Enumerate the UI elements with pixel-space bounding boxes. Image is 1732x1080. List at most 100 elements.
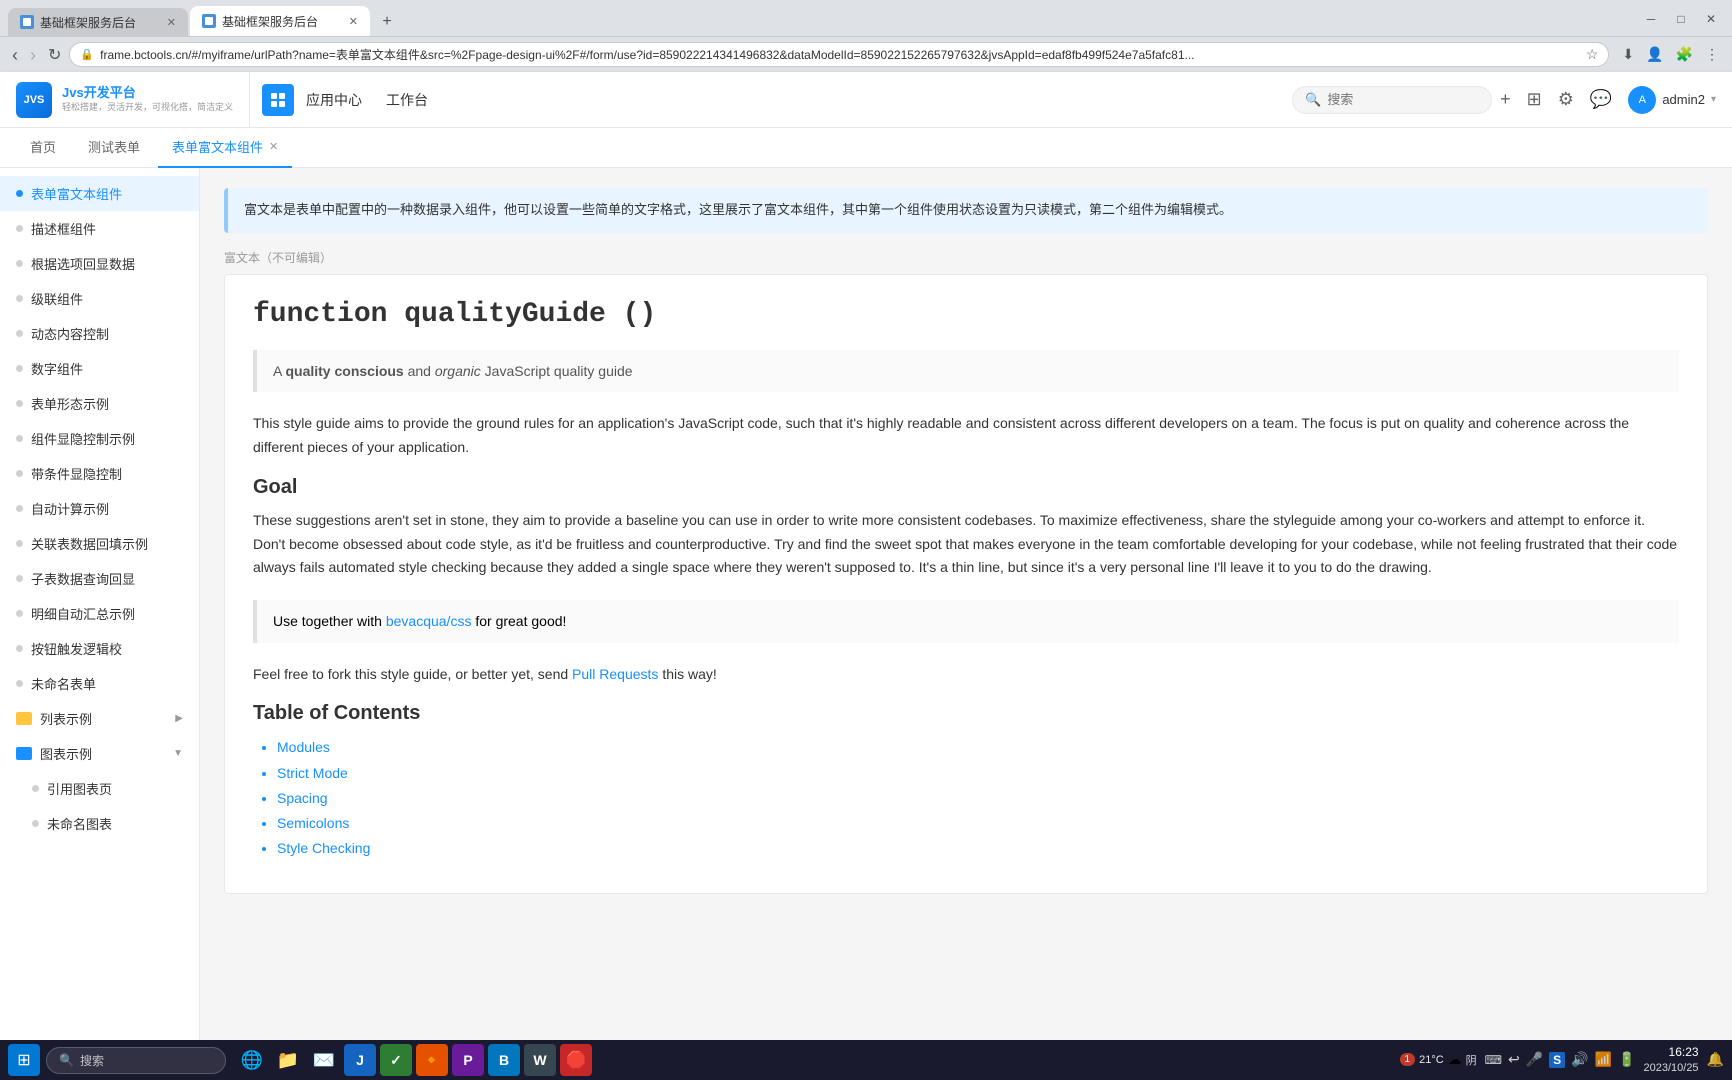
grid-button[interactable]: ⊞ (1519, 85, 1550, 114)
profile-icon[interactable]: 👤 (1641, 43, 1668, 66)
sidebar-item-cond-hidden[interactable]: 带条件显隐控制 (0, 456, 199, 491)
dot-2 (16, 260, 23, 267)
taskbar-app-folder[interactable]: 📁 (272, 1044, 304, 1076)
taskbar-app-chrome[interactable]: 🌐 (236, 1044, 268, 1076)
rt-subheading-goal: Goal (253, 476, 1679, 499)
browser-tab-1[interactable]: 基础框架服务后台 ✕ (8, 8, 188, 36)
bevacqua-css-link[interactable]: bevacqua/css (386, 613, 472, 629)
window-minimize[interactable]: ─ (1638, 6, 1664, 32)
start-button[interactable]: ⊞ (8, 1044, 40, 1076)
toc-link-spacing[interactable]: Spacing (277, 790, 328, 806)
toc-link-style-check[interactable]: Style Checking (277, 840, 370, 856)
extension-icon[interactable]: 🧩 (1671, 43, 1698, 66)
sidebar-item-unnamed-chart[interactable]: 未命名图表 (0, 806, 199, 841)
taskbar-search[interactable]: 🔍 搜索 (46, 1047, 226, 1074)
sidebar-item-auto-calc[interactable]: 自动计算示例 (0, 491, 199, 526)
taskbar-app-green[interactable]: ✓ (380, 1044, 412, 1076)
breadcrumb-tab-richtext[interactable]: 表单富文本组件 ✕ (158, 128, 292, 168)
toc-link-semicolons[interactable]: Semicolons (277, 815, 349, 831)
search-input[interactable] (1327, 92, 1479, 107)
breadcrumb-tab-test[interactable]: 测试表单 (74, 128, 154, 168)
taskbar-app-mail[interactable]: ✉️ (308, 1044, 340, 1076)
folder-icon-blue (16, 747, 32, 760)
sidebar-item-chart-ref[interactable]: 引用图表页 (0, 771, 199, 806)
weather-widget[interactable]: 1 21°C ☁ 阴 (1400, 1051, 1477, 1068)
notification-button[interactable]: 🔔 (1707, 1051, 1724, 1068)
rt-heading: function qualityGuide () (253, 299, 1679, 330)
taskbar-app-orange[interactable]: 🔸 (416, 1044, 448, 1076)
taskbar-app-blue1[interactable]: J (344, 1044, 376, 1076)
settings-button[interactable]: ⚙ (1550, 85, 1582, 114)
sidebar-item-summary[interactable]: 明细自动汇总示例 (0, 596, 199, 631)
breadcrumb-tab-home[interactable]: 首页 (16, 128, 70, 168)
sidebar-item-related[interactable]: 关联表数据回填示例 (0, 526, 199, 561)
nav-refresh[interactable]: ↻ (44, 43, 65, 67)
tab-2-close[interactable]: ✕ (349, 15, 358, 28)
header-search[interactable]: 🔍 (1292, 86, 1492, 114)
download-icon[interactable]: ⬇ (1617, 43, 1639, 66)
user-info[interactable]: A admin2 ▾ (1628, 86, 1716, 114)
sidebar-item-button[interactable]: 按钮触发逻辑校 (0, 631, 199, 666)
sidebar-item-dynamic[interactable]: 动态内容控制 (0, 316, 199, 351)
toc-link-modules[interactable]: Modules (277, 739, 330, 755)
taskbar: ⊞ 🔍 搜索 🌐 📁 ✉️ J ✓ 🔸 P B W 🛑 1 21°C ☁ 阴 ⌨ (0, 1040, 1732, 1080)
nav-item-workbench[interactable]: 工作台 (386, 90, 428, 110)
user-dropdown-icon: ▾ (1711, 94, 1716, 105)
add-button[interactable]: + (1492, 85, 1519, 114)
mic-icon[interactable]: 🎤 (1526, 1051, 1543, 1068)
breadcrumb-tab-close[interactable]: ✕ (269, 140, 278, 153)
folder-icon-orange (16, 712, 32, 725)
taskbar-app-red[interactable]: 🛑 (560, 1044, 592, 1076)
content-area: 富文本是表单中配置中的一种数据录入组件，他可以设置一些简单的文字格式，这里展示了… (200, 168, 1732, 1040)
window-close[interactable]: ✕ (1698, 6, 1724, 32)
dot-11 (16, 575, 23, 582)
browser-tab-2[interactable]: 基础框架服务后台 ✕ (190, 6, 370, 36)
volume-icon[interactable]: 🔊 (1571, 1051, 1588, 1068)
sidebar-group-chart[interactable]: 图表示例 ▼ (0, 736, 199, 771)
logo-title: Jvs开发平台 (62, 85, 233, 102)
weather-location: 阴 (1466, 1052, 1477, 1068)
url-bar[interactable]: 🔒 frame.bctools.cn/#/myiframe/urlPath?na… (69, 42, 1609, 67)
new-tab-button[interactable]: + (372, 8, 402, 36)
user-avatar: A (1628, 86, 1656, 114)
sidebar-item-desc[interactable]: 描述框组件 (0, 211, 199, 246)
taskbar-app-purple[interactable]: P (452, 1044, 484, 1076)
sidebar-item-richtext[interactable]: 表单富文本组件 (0, 176, 199, 211)
sidebar-item-cascade[interactable]: 级联组件 (0, 281, 199, 316)
undo-icon[interactable]: ↩ (1508, 1051, 1520, 1068)
dot-6 (16, 400, 23, 407)
sidebar-item-hidden[interactable]: 组件显隐控制示例 (0, 421, 199, 456)
dot-7 (16, 435, 23, 442)
toc-link-strict[interactable]: Strict Mode (277, 765, 348, 781)
sidebar-item-unnamed-form[interactable]: 未命名表单 (0, 666, 199, 701)
sidebar-item-options[interactable]: 根据选项回显数据 (0, 246, 199, 281)
pull-requests-link[interactable]: Pull Requests (572, 666, 658, 682)
taskbar-app-blue2[interactable]: B (488, 1044, 520, 1076)
battery-icon[interactable]: 🔋 (1618, 1051, 1635, 1068)
taskbar-app-dark[interactable]: W (524, 1044, 556, 1076)
windows-icon[interactable]: S (1549, 1052, 1565, 1068)
dot-10 (16, 540, 23, 547)
sidebar-item-form-state[interactable]: 表单形态示例 (0, 386, 199, 421)
header-nav: 应用中心 工作台 (306, 90, 428, 110)
window-maximize[interactable]: □ (1668, 6, 1694, 32)
tab-1-close[interactable]: ✕ (167, 16, 176, 29)
app-menu-grid[interactable] (262, 84, 294, 116)
network-icon[interactable]: 📶 (1595, 1051, 1612, 1068)
rt-toc-list: Modules Strict Mode Spacing Semicolons S… (253, 735, 1679, 861)
dot-8 (16, 470, 23, 477)
bookmark-icon[interactable]: ☆ (1586, 46, 1599, 63)
sidebar-group-list[interactable]: 列表示例 ▶ (0, 701, 199, 736)
url-text: frame.bctools.cn/#/myiframe/urlPath?name… (100, 46, 1580, 63)
nav-item-apps[interactable]: 应用中心 (306, 90, 362, 110)
sidebar-item-sub-query[interactable]: 子表数据查询回显 (0, 561, 199, 596)
time-display[interactable]: 16:23 2023/10/25 (1644, 1045, 1699, 1075)
sidebar-item-number[interactable]: 数字组件 (0, 351, 199, 386)
browser-menu-icon[interactable]: ⋮ (1700, 43, 1724, 66)
logo-subtitle: 轻松搭建，灵活开发，可视化搭，简洁定义 (62, 102, 233, 114)
nav-forward[interactable]: › (26, 44, 40, 66)
nav-back[interactable]: ‹ (8, 44, 22, 66)
chat-button[interactable]: 💬 (1582, 85, 1620, 114)
keyboard-icon[interactable]: ⌨ (1485, 1053, 1502, 1067)
toc-item-strict: Strict Mode (277, 761, 1679, 786)
